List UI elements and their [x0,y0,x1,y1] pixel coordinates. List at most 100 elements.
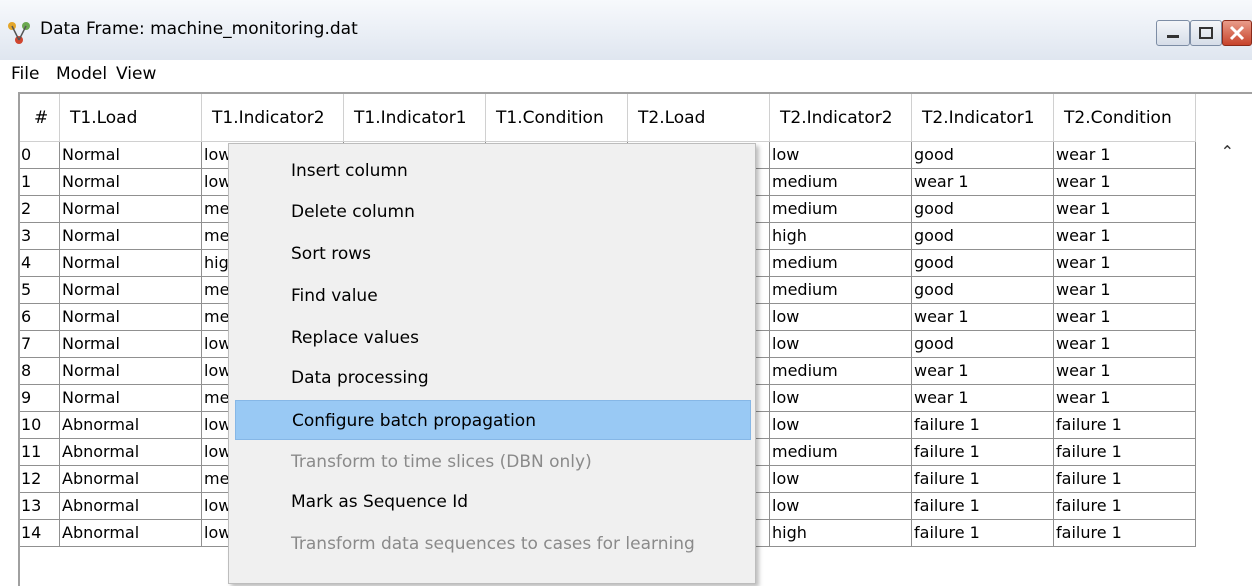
table-cell[interactable]: good [912,142,1054,169]
column-header[interactable]: T1.Indicator1 [344,94,486,142]
column-header[interactable]: T1.Condition [486,94,628,142]
context-menu-item[interactable]: Insert column [229,151,755,191]
table-cell[interactable]: failure 1 [912,439,1054,466]
context-menu-item[interactable]: Data processing [229,358,755,398]
table-cell[interactable]: wear 1 [1054,358,1196,385]
menu-view[interactable]: View [116,64,156,84]
table-cell[interactable]: Abnormal [60,520,202,547]
row-index: 13 [20,493,60,520]
context-menu-item[interactable]: Find value [229,276,755,316]
column-header[interactable]: T1.Indicator2 [202,94,344,142]
table-cell[interactable]: wear 1 [1054,304,1196,331]
context-menu-item-label: Insert column [291,161,408,181]
table-cell[interactable]: Normal [60,277,202,304]
table-cell[interactable]: low [770,142,912,169]
table-cell[interactable]: wear 1 [912,358,1054,385]
table-cell[interactable]: failure 1 [912,466,1054,493]
table-cell[interactable]: high [770,520,912,547]
context-menu-item[interactable]: Mark as Sequence Id [229,482,755,522]
column-header[interactable]: T2.Load [628,94,770,142]
table-cell[interactable]: medium [770,169,912,196]
table-cell[interactable]: medium [770,250,912,277]
table-cell[interactable]: low [770,466,912,493]
table-cell[interactable]: low [770,385,912,412]
context-menu-item[interactable]: Sort rows [229,234,755,274]
maximize-button[interactable] [1190,20,1222,46]
table-cell[interactable]: Abnormal [60,412,202,439]
row-index: 3 [20,223,60,250]
table-cell[interactable]: Normal [60,223,202,250]
table-cell[interactable]: wear 1 [1054,385,1196,412]
table-cell[interactable]: low [770,331,912,358]
close-button[interactable] [1222,20,1252,46]
table-cell[interactable]: good [912,223,1054,250]
table-cell[interactable]: failure 1 [1054,493,1196,520]
column-header[interactable]: T2.Indicator1 [912,94,1054,142]
table-cell[interactable]: Normal [60,196,202,223]
column-header[interactable]: T2.Indicator2 [770,94,912,142]
table-cell[interactable]: Abnormal [60,439,202,466]
row-index: 14 [20,520,60,547]
row-index: 4 [20,250,60,277]
scroll-up-icon[interactable]: ⌃ [1221,142,1234,161]
table-cell[interactable]: failure 1 [912,493,1054,520]
context-menu-item-label: Sort rows [291,244,372,264]
table-cell[interactable]: wear 1 [1054,196,1196,223]
table-cell[interactable]: Normal [60,169,202,196]
row-index: 1 [20,169,60,196]
context-menu-item[interactable]: Replace values [229,318,755,358]
column-header[interactable]: T1.Load [60,94,202,142]
menu-model[interactable]: Model [56,64,107,84]
table-cell[interactable]: Normal [60,385,202,412]
column-header[interactable]: T2.Condition [1054,94,1196,142]
table-cell[interactable]: failure 1 [1054,520,1196,547]
row-index: 11 [20,439,60,466]
menu-file[interactable]: File [11,64,39,84]
table-cell[interactable]: medium [770,277,912,304]
row-index: 0 [20,142,60,169]
table-cell[interactable]: good [912,277,1054,304]
table-cell[interactable]: Normal [60,358,202,385]
menu-bar: File Model View [0,60,1252,90]
table-cell[interactable]: good [912,331,1054,358]
column-header-index[interactable]: # [20,94,60,142]
context-menu-item-label: Replace values [291,328,419,348]
context-menu-item-label: Configure batch propagation [292,411,536,431]
table-cell[interactable]: failure 1 [912,520,1054,547]
table-cell[interactable]: failure 1 [1054,466,1196,493]
context-menu-item-label: Data processing [291,368,429,388]
table-cell[interactable]: Normal [60,250,202,277]
table-cell[interactable]: wear 1 [1054,250,1196,277]
table-cell[interactable]: failure 1 [1054,439,1196,466]
table-cell[interactable]: wear 1 [912,385,1054,412]
table-cell[interactable]: wear 1 [1054,331,1196,358]
table-cell[interactable]: medium [770,358,912,385]
table-cell[interactable]: good [912,196,1054,223]
table-cell[interactable]: Normal [60,142,202,169]
row-index: 10 [20,412,60,439]
table-cell[interactable]: low [770,412,912,439]
table-cell[interactable]: Abnormal [60,493,202,520]
minimize-icon [1167,35,1179,38]
table-cell[interactable]: wear 1 [912,304,1054,331]
table-cell[interactable]: Normal [60,331,202,358]
table-cell[interactable]: wear 1 [1054,169,1196,196]
table-cell[interactable]: Abnormal [60,466,202,493]
table-cell[interactable]: wear 1 [1054,223,1196,250]
table-cell[interactable]: failure 1 [912,412,1054,439]
table-cell[interactable]: wear 1 [1054,277,1196,304]
table-cell[interactable]: low [770,493,912,520]
table-cell[interactable]: wear 1 [1054,142,1196,169]
context-menu-item[interactable]: Delete column [229,192,755,232]
table-cell[interactable]: Normal [60,304,202,331]
table-cell[interactable]: medium [770,196,912,223]
table-cell[interactable]: failure 1 [1054,412,1196,439]
table-cell[interactable]: good [912,250,1054,277]
minimize-button[interactable] [1156,20,1190,46]
table-cell[interactable]: high [770,223,912,250]
table-cell[interactable]: medium [770,439,912,466]
table-cell[interactable]: wear 1 [912,169,1054,196]
maximize-icon [1199,27,1213,39]
table-cell[interactable]: low [770,304,912,331]
context-menu-item[interactable]: Configure batch propagation [235,400,751,440]
